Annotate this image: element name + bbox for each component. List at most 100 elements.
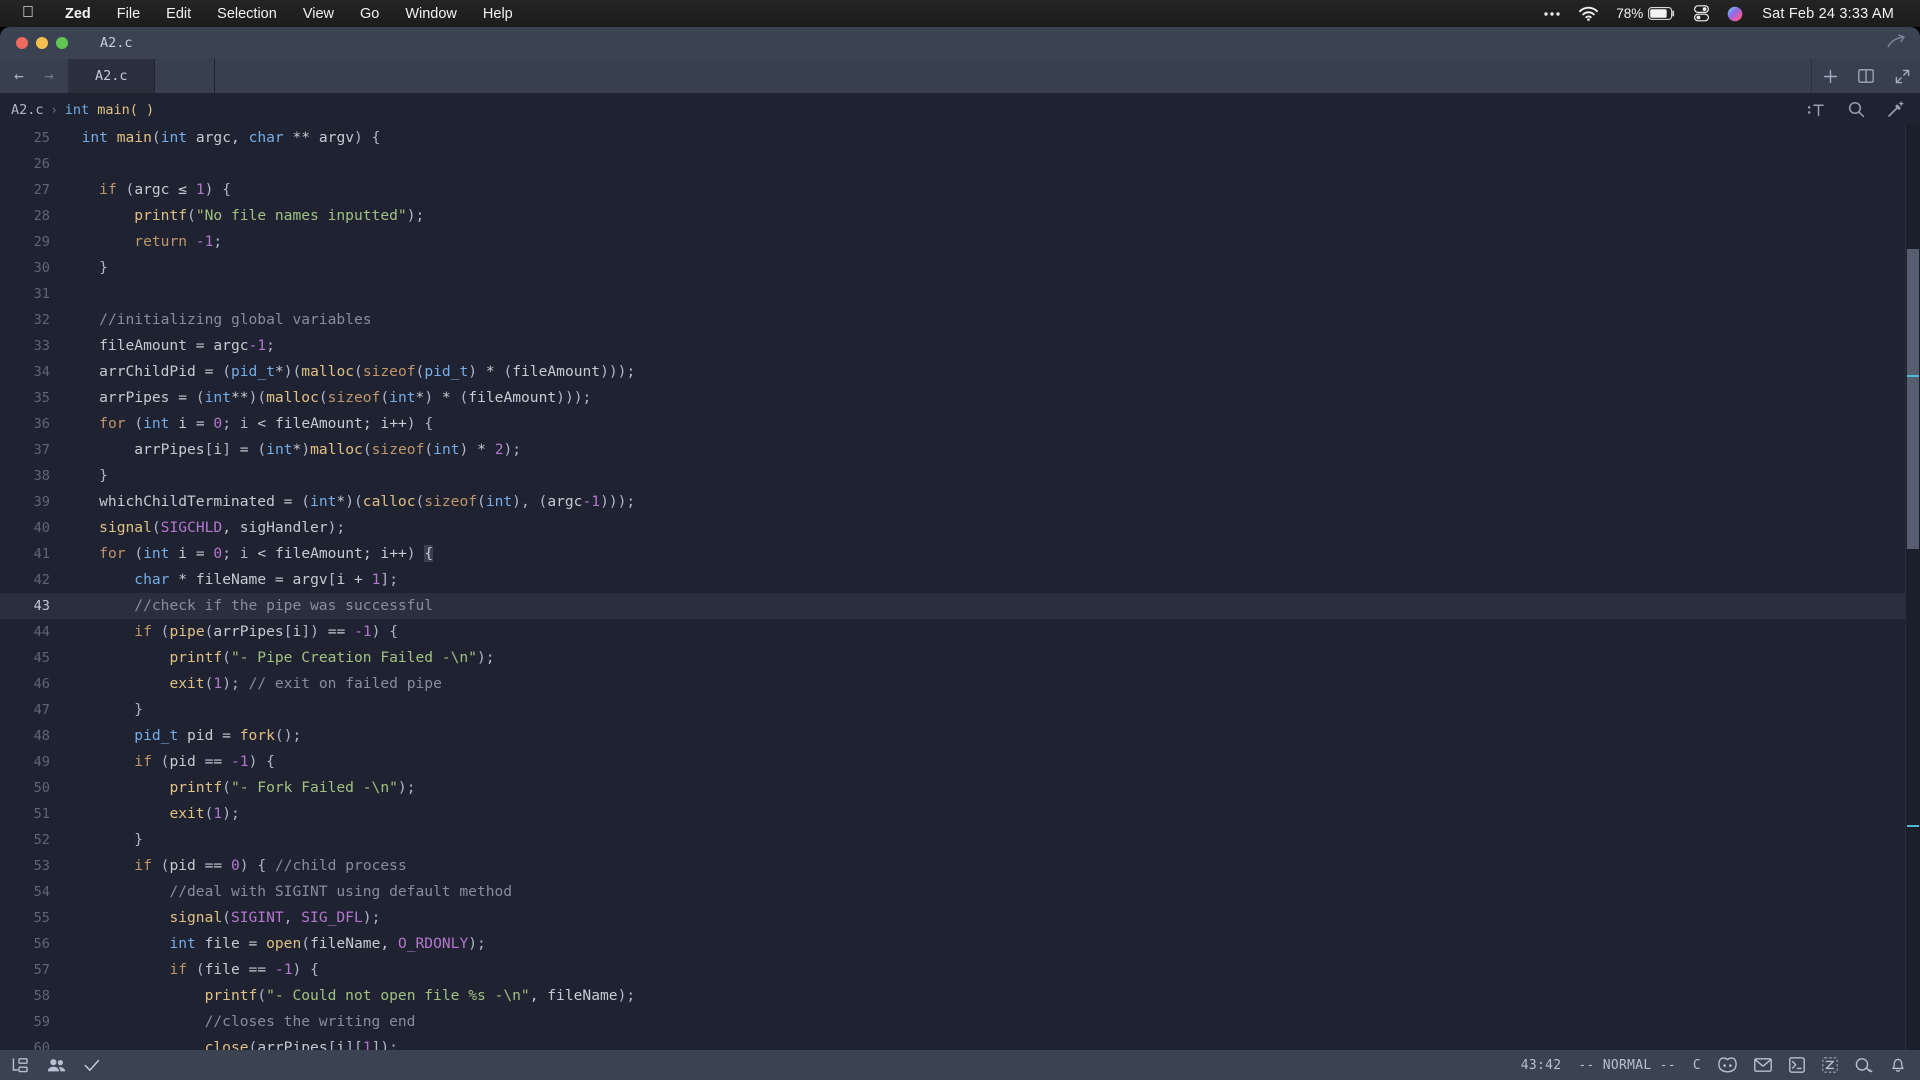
code-editor[interactable]: 25 int main(int argc, char ** argv) {26 2…: [0, 125, 1920, 1050]
arrow-right-icon[interactable]: →: [34, 68, 64, 84]
code-line[interactable]: 60 close(arrPipes[i][1]);: [0, 1035, 1920, 1050]
breadcrumb-file[interactable]: A2.c: [11, 102, 44, 118]
code-line[interactable]: 40 signal(SIGCHLD, sigHandler);: [0, 515, 1920, 541]
menu-item-help[interactable]: Help: [470, 6, 526, 22]
code-line[interactable]: 54 //deal with SIGINT using default meth…: [0, 879, 1920, 905]
code-text[interactable]: printf("No file names inputted");: [64, 203, 424, 229]
code-text[interactable]: exit(1);: [64, 801, 239, 827]
code-line[interactable]: 58 printf("- Could not open file %s -\n"…: [0, 983, 1920, 1009]
menu-item-window[interactable]: Window: [392, 6, 470, 22]
chat-icon[interactable]: [1855, 1057, 1873, 1073]
toggle-inlay-hints-icon[interactable]: [1807, 103, 1826, 117]
code-text[interactable]: int file = open(fileName, O_RDONLY);: [64, 931, 485, 957]
search-icon[interactable]: [1848, 101, 1865, 118]
siri-icon[interactable]: [1718, 6, 1752, 22]
control-center-icon[interactable]: [1685, 5, 1718, 22]
code-line[interactable]: 26: [0, 151, 1920, 177]
menu-bar-clock[interactable]: Sat Feb 24 3:33 AM: [1752, 6, 1908, 22]
code-line[interactable]: 32 //initializing global variables: [0, 307, 1920, 333]
code-line[interactable]: 34 arrChildPid = (pid_t*)(malloc(sizeof(…: [0, 359, 1920, 385]
tab-a2-c[interactable]: A2.c: [69, 59, 155, 93]
code-line[interactable]: 53 if (pid == 0) { //child process: [0, 853, 1920, 879]
code-text[interactable]: if (argc ≤ 1) {: [64, 177, 231, 203]
menu-item-selection[interactable]: Selection: [204, 6, 290, 22]
code-line[interactable]: 37 arrPipes[i] = (int*)malloc(sizeof(int…: [0, 437, 1920, 463]
screen-share-icon[interactable]: [1886, 34, 1906, 50]
scrollbar-thumb[interactable]: [1907, 249, 1919, 549]
code-text[interactable]: if (pipe(arrPipes[i]) == -1) {: [64, 619, 398, 645]
code-line[interactable]: 50 printf("- Fork Failed -\n");: [0, 775, 1920, 801]
code-text[interactable]: if (file == -1) {: [64, 957, 318, 983]
menu-item-zed[interactable]: Zed: [52, 6, 104, 22]
zed-assistant-icon[interactable]: [1822, 1057, 1838, 1073]
code-line[interactable]: 48 pid_t pid = fork();: [0, 723, 1920, 749]
minimize-button[interactable]: [36, 37, 48, 49]
code-line[interactable]: 41 for (int i = 0; i < fileAmount; i++) …: [0, 541, 1920, 567]
code-text[interactable]: return -1;: [64, 229, 222, 255]
cursor-position[interactable]: 43:42: [1521, 1058, 1562, 1073]
project-panel-icon[interactable]: [12, 1057, 29, 1073]
code-line[interactable]: 44 if (pipe(arrPipes[i]) == -1) {: [0, 619, 1920, 645]
code-line[interactable]: 56 int file = open(fileName, O_RDONLY);: [0, 931, 1920, 957]
code-text[interactable]: //deal with SIGINT using default method: [64, 879, 512, 905]
code-text[interactable]: //check if the pipe was successful: [64, 593, 433, 619]
code-line[interactable]: 45 printf("- Pipe Creation Failed -\n");: [0, 645, 1920, 671]
zoom-button[interactable]: [56, 37, 68, 49]
menu-item-edit[interactable]: Edit: [153, 6, 204, 22]
code-text[interactable]: close(arrPipes[i][1]);: [64, 1035, 398, 1050]
split-pane-icon[interactable]: [1848, 69, 1884, 83]
code-text[interactable]: //initializing global variables: [64, 307, 371, 333]
code-line[interactable]: 43 //check if the pipe was successful: [0, 593, 1920, 619]
diagnostics-ok-icon[interactable]: [84, 1059, 100, 1072]
notifications-icon[interactable]: [1890, 1057, 1906, 1073]
code-line[interactable]: 59 //closes the writing end: [0, 1009, 1920, 1035]
assistant-icon[interactable]: [1887, 101, 1904, 118]
code-line[interactable]: 51 exit(1);: [0, 801, 1920, 827]
code-text[interactable]: signal(SIGINT, SIG_DFL);: [64, 905, 380, 931]
code-text[interactable]: fileAmount = argc-1;: [64, 333, 275, 359]
code-line[interactable]: 31: [0, 281, 1920, 307]
code-line[interactable]: 47 }: [0, 697, 1920, 723]
menu-item-go[interactable]: Go: [347, 6, 392, 22]
terminal-icon[interactable]: [1789, 1057, 1805, 1073]
wifi-icon[interactable]: [1570, 6, 1607, 21]
apple-logo-icon[interactable]: : [0, 4, 52, 21]
code-lines[interactable]: 25 int main(int argc, char ** argv) {26 2…: [0, 125, 1920, 1050]
close-button[interactable]: [16, 37, 28, 49]
code-line[interactable]: 49 if (pid == -1) {: [0, 749, 1920, 775]
code-text[interactable]: whichChildTerminated = (int*)(calloc(siz…: [64, 489, 635, 515]
code-line[interactable]: 28 printf("No file names inputted");: [0, 203, 1920, 229]
code-text[interactable]: int main(int argc, char ** argv) {: [64, 125, 381, 151]
code-text[interactable]: for (int i = 0; i < fileAmount; i++) {: [64, 411, 433, 437]
language-indicator[interactable]: C: [1693, 1058, 1701, 1073]
code-line[interactable]: 42 char * fileName = argv[i + 1];: [0, 567, 1920, 593]
code-text[interactable]: arrPipes = (int**)(malloc(sizeof(int*) *…: [64, 385, 591, 411]
code-text[interactable]: printf("- Pipe Creation Failed -\n");: [64, 645, 494, 671]
copilot-icon[interactable]: [1718, 1057, 1737, 1073]
code-line[interactable]: 33 fileAmount = argc-1;: [0, 333, 1920, 359]
code-text[interactable]: //closes the writing end: [64, 1009, 416, 1035]
code-text[interactable]: signal(SIGCHLD, sigHandler);: [64, 515, 345, 541]
expand-icon[interactable]: [1884, 69, 1920, 84]
code-line[interactable]: 46 exit(1); // exit on failed pipe: [0, 671, 1920, 697]
code-text[interactable]: for (int i = 0; i < fileAmount; i++) {: [64, 541, 434, 567]
breadcrumb-symbol-name[interactable]: main( ): [97, 102, 154, 118]
arrow-left-icon[interactable]: ←: [4, 68, 34, 84]
vertical-scrollbar[interactable]: [1906, 125, 1920, 1050]
code-line[interactable]: 57 if (file == -1) {: [0, 957, 1920, 983]
code-text[interactable]: exit(1); // exit on failed pipe: [64, 671, 441, 697]
ellipsis-icon[interactable]: [1534, 11, 1570, 17]
code-line[interactable]: 38 }: [0, 463, 1920, 489]
code-line[interactable]: 39 whichChildTerminated = (int*)(calloc(…: [0, 489, 1920, 515]
code-text[interactable]: }: [64, 697, 143, 723]
code-text[interactable]: pid_t pid = fork();: [64, 723, 301, 749]
code-text[interactable]: printf("- Could not open file %s -\n", f…: [64, 983, 636, 1009]
code-line[interactable]: 30 }: [0, 255, 1920, 281]
code-line[interactable]: 52 }: [0, 827, 1920, 853]
code-text[interactable]: if (pid == 0) { //child process: [64, 853, 406, 879]
menu-item-view[interactable]: View: [290, 6, 347, 22]
code-line[interactable]: 27 if (argc ≤ 1) {: [0, 177, 1920, 203]
collaborators-icon[interactable]: [47, 1058, 66, 1072]
code-text[interactable]: }: [64, 255, 108, 281]
code-line[interactable]: 55 signal(SIGINT, SIG_DFL);: [0, 905, 1920, 931]
